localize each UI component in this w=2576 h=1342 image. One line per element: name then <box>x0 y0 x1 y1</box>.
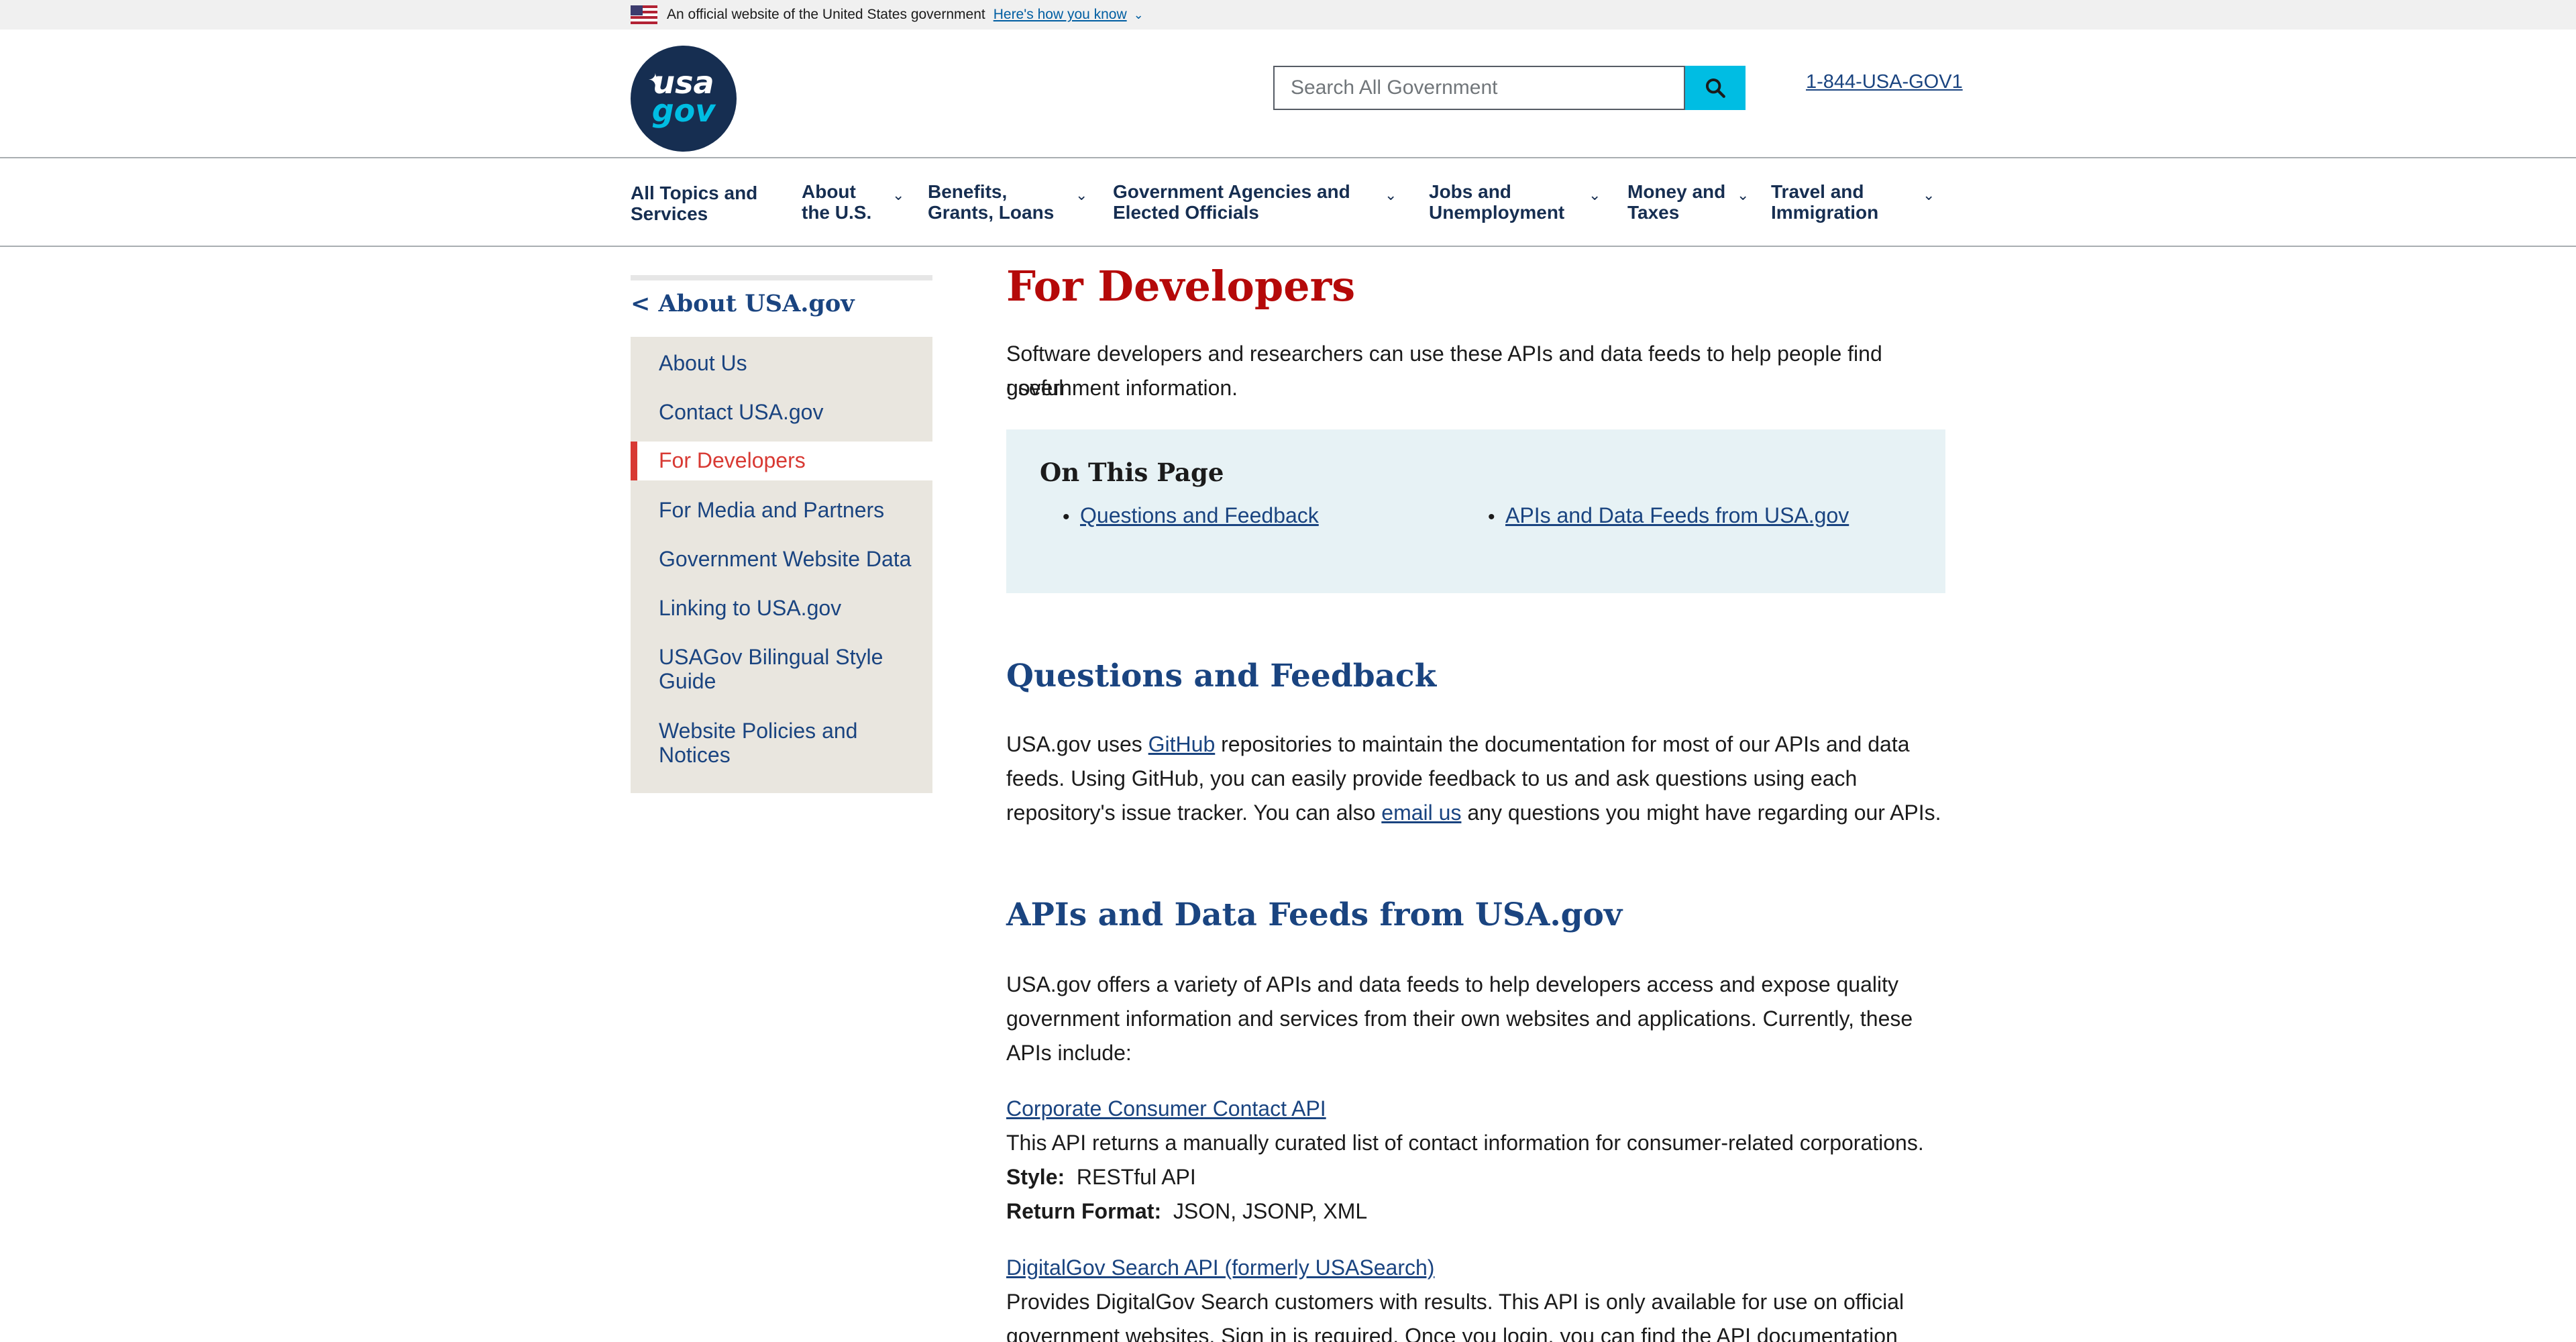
main-nav: All Topics and Services About the U.S. ⌄… <box>0 158 2576 247</box>
section2-line-1: USA.gov offers a variety of APIs and dat… <box>1006 972 1898 996</box>
sidebar-item-style-guide[interactable]: USAGov Bilingual Style Guide <box>659 645 927 693</box>
sidebar-item-website-data[interactable]: Government Website Data <box>659 547 927 571</box>
nav-label-line1: All Topics and <box>631 183 758 203</box>
star-icon: ✦ <box>648 70 663 90</box>
site-header: ✦ usa gov Search All Government 1-844-US… <box>0 30 2576 158</box>
corporate-consumer-contact-api-link[interactable]: Corporate Consumer Contact API <box>1006 1096 1326 1121</box>
intro-line-2: government information. <box>1006 376 1238 400</box>
sidebar-label-line1: Website Policies and <box>659 719 858 743</box>
sidebar-back-link[interactable]: < About USA.gov <box>631 290 855 317</box>
nav-label-line2: Elected Officials <box>1113 202 1259 223</box>
phone-link[interactable]: 1-844-USA-GOV1 <box>1806 71 1963 93</box>
section1-line-1: USA.gov uses GitHub repositories to main… <box>1006 727 1945 762</box>
usagov-logo[interactable]: ✦ usa gov <box>631 46 737 152</box>
text: repositories to maintain the documentati… <box>1215 732 1910 756</box>
nav-government-agencies[interactable]: Government Agencies and Elected Official… <box>1113 181 1350 223</box>
search-form: Search All Government <box>1273 66 1746 110</box>
page-title: For Developers <box>1006 262 1356 311</box>
nav-label-line2: Immigration <box>1771 202 1879 223</box>
nav-label-line2: Services <box>631 203 708 224</box>
nav-benefits[interactable]: Benefits, Grants, Loans <box>928 181 1054 223</box>
api-format: Return Format: JSON, JSONP, XML <box>1006 1194 1945 1229</box>
nav-label-line1: Travel and <box>1771 181 1864 202</box>
api-item: DigitalGov Search API (formerly USASearc… <box>1006 1251 1945 1285</box>
us-flag-icon <box>631 5 657 24</box>
format-label: Return Format: <box>1006 1199 1162 1223</box>
sidebar-top-rule <box>631 275 932 280</box>
nav-label-line2: the U.S. <box>802 202 872 223</box>
sidebar-item-label: For Developers <box>659 448 806 472</box>
sidebar-label-line2: Guide <box>659 669 716 693</box>
bullet: • <box>1063 506 1070 528</box>
sidebar-item-about-us[interactable]: About Us <box>659 351 927 375</box>
search-button[interactable] <box>1685 66 1746 110</box>
on-this-page-title: On This Page <box>1040 458 1224 487</box>
api-item: Corporate Consumer Contact API <box>1006 1092 1945 1126</box>
nav-label-line2: Taxes <box>1627 202 1680 223</box>
style-label: Style: <box>1006 1165 1065 1189</box>
section2-line-3: APIs include: <box>1006 1041 1132 1065</box>
chevron-down-icon[interactable]: ⌄ <box>1923 187 1935 204</box>
chevron-down-icon[interactable]: ⌄ <box>892 187 904 204</box>
sidebar-item-contact[interactable]: Contact USA.gov <box>659 400 927 424</box>
nav-label-line2: Unemployment <box>1429 202 1565 223</box>
chevron-down-icon[interactable]: ⌄ <box>1737 187 1749 204</box>
style-value: RESTful API <box>1076 1165 1196 1189</box>
chevron-down-icon[interactable]: ⌄ <box>1075 187 1087 204</box>
nav-all-topics[interactable]: All Topics and Services <box>631 183 757 224</box>
digitalgov-search-api-link[interactable]: DigitalGov Search API (formerly USASearc… <box>1006 1255 1434 1280</box>
search-icon <box>1705 78 1725 98</box>
search-placeholder: Search All Government <box>1291 76 1498 99</box>
official-banner: An official website of the United States… <box>0 0 2576 30</box>
nav-about-the-us[interactable]: About the U.S. <box>802 181 871 223</box>
api-style: Style: RESTful API <box>1006 1160 1945 1194</box>
text: USA.gov uses <box>1006 732 1148 756</box>
nav-travel-immigration[interactable]: Travel and Immigration <box>1771 181 1878 223</box>
sidebar-label-line1: USAGov Bilingual Style <box>659 645 883 669</box>
official-text: An official website of the United States… <box>667 7 985 22</box>
nav-money-taxes[interactable]: Money and Taxes <box>1627 181 1725 223</box>
on-this-page-box: On This Page • Questions and Feedback • … <box>1006 429 1945 593</box>
section-heading-questions: Questions and Feedback <box>1006 658 1437 694</box>
sidebar-item-linking[interactable]: Linking to USA.gov <box>659 596 927 620</box>
bullet: • <box>1488 506 1495 528</box>
sidebar-item-for-developers[interactable]: For Developers <box>631 442 932 480</box>
text: repository's issue tracker. You can also <box>1006 801 1382 825</box>
nav-label-line1: Benefits, <box>928 181 1008 202</box>
github-link[interactable]: GitHub <box>1148 732 1216 756</box>
chevron-down-icon[interactable]: ⌄ <box>1134 8 1144 22</box>
sidebar-label-line2: Notices <box>659 743 731 767</box>
otp-link-questions[interactable]: Questions and Feedback <box>1080 503 1319 528</box>
active-indicator <box>631 442 637 480</box>
heres-how-you-know-link[interactable]: Here's how you know <box>994 7 1127 23</box>
nav-label-line1: About <box>802 181 856 202</box>
logo-gov-text: gov <box>651 93 716 129</box>
nav-jobs[interactable]: Jobs and Unemployment <box>1429 181 1564 223</box>
section1-line-2: feeds. Using GitHub, you can easily prov… <box>1006 766 1858 790</box>
section1-line-3: repository's issue tracker. You can also… <box>1006 796 1945 830</box>
api-desc-line-1: Provides DigitalGov Search customers wit… <box>1006 1290 1904 1314</box>
format-value: JSON, JSONP, XML <box>1173 1199 1368 1223</box>
api-desc-line-2: government websites. Sign in is required… <box>1006 1324 1898 1342</box>
nav-label-line1: Jobs and <box>1429 181 1511 202</box>
section2-line-2: government information and services from… <box>1006 1007 1913 1031</box>
text: any questions you might have regarding o… <box>1461 801 1941 825</box>
sidebar-item-media-partners[interactable]: For Media and Partners <box>659 498 927 522</box>
chevron-down-icon[interactable]: ⌄ <box>1385 187 1397 204</box>
nav-label-line1: Government Agencies and <box>1113 181 1350 202</box>
email-us-link[interactable]: email us <box>1381 801 1461 825</box>
chevron-down-icon[interactable]: ⌄ <box>1589 187 1601 204</box>
nav-label-line1: Money and <box>1627 181 1726 202</box>
section-heading-apis: APIs and Data Feeds from USA.gov <box>1006 896 1623 933</box>
search-input[interactable]: Search All Government <box>1273 66 1685 110</box>
otp-link-apis[interactable]: APIs and Data Feeds from USA.gov <box>1505 503 1849 528</box>
api-desc: This API returns a manually curated list… <box>1006 1131 1924 1155</box>
sidebar-item-policies[interactable]: Website Policies and Notices <box>659 719 927 767</box>
nav-label-line2: Grants, Loans <box>928 202 1055 223</box>
